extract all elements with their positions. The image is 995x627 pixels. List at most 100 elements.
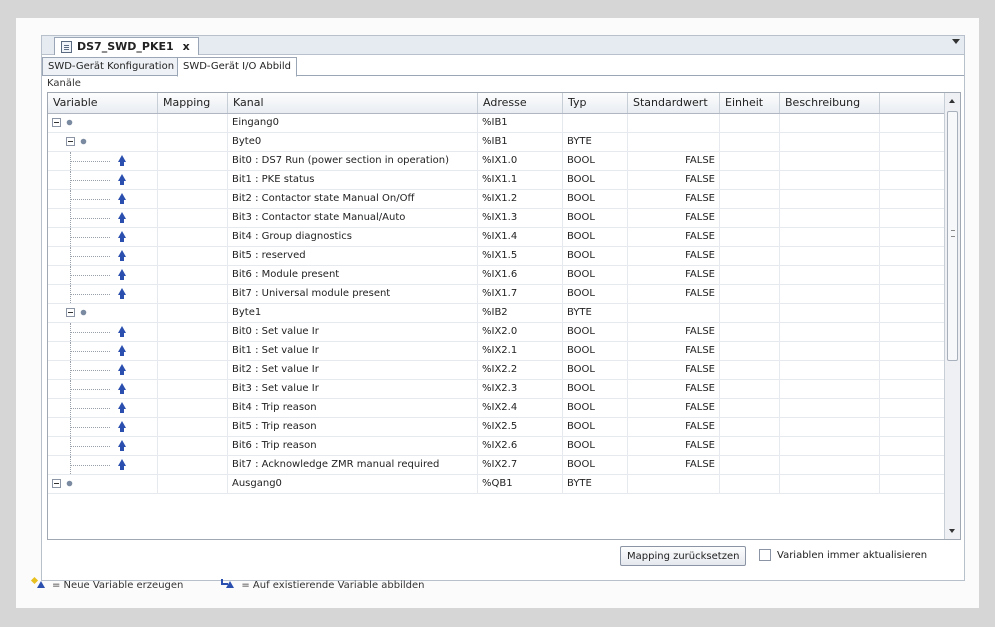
column-header-mapping[interactable]: Mapping bbox=[158, 93, 228, 113]
cell-mapping[interactable] bbox=[158, 342, 228, 360]
table-row[interactable]: Bit6 : Module present %IX1.6 BOOL FALSE bbox=[48, 266, 944, 285]
cell-beschreibung[interactable] bbox=[780, 171, 880, 189]
table-row[interactable]: Bit0 : DS7 Run (power section in operati… bbox=[48, 152, 944, 171]
cell-mapping[interactable] bbox=[158, 190, 228, 208]
cell-beschreibung[interactable] bbox=[780, 247, 880, 265]
input-variable-icon[interactable] bbox=[118, 193, 126, 204]
cell-beschreibung[interactable] bbox=[780, 475, 880, 493]
input-variable-icon[interactable] bbox=[118, 212, 126, 223]
cell-mapping[interactable] bbox=[158, 266, 228, 284]
cell-beschreibung[interactable] bbox=[780, 418, 880, 436]
cell-variable[interactable] bbox=[48, 190, 158, 208]
collapse-icon[interactable] bbox=[66, 137, 75, 146]
cell-variable[interactable] bbox=[48, 171, 158, 189]
cell-variable[interactable] bbox=[48, 209, 158, 227]
input-variable-icon[interactable] bbox=[118, 231, 126, 242]
cell-variable[interactable] bbox=[48, 399, 158, 417]
cell-mapping[interactable] bbox=[158, 228, 228, 246]
tab-swd-konfiguration[interactable]: SWD-Gerät Konfiguration bbox=[42, 57, 181, 76]
table-row[interactable]: Byte0 %IB1 BYTE bbox=[48, 133, 944, 152]
cell-variable[interactable] bbox=[48, 456, 158, 474]
cell-mapping[interactable] bbox=[158, 247, 228, 265]
input-variable-icon[interactable] bbox=[118, 288, 126, 299]
cell-beschreibung[interactable] bbox=[780, 285, 880, 303]
scroll-down-arrow-icon[interactable] bbox=[945, 524, 960, 538]
tab-menu-arrow-icon[interactable] bbox=[952, 39, 960, 44]
cell-variable[interactable] bbox=[48, 247, 158, 265]
column-header-adresse[interactable]: Adresse bbox=[478, 93, 563, 113]
collapse-icon[interactable] bbox=[52, 118, 61, 127]
cell-mapping[interactable] bbox=[158, 323, 228, 341]
column-header-variable[interactable]: Variable bbox=[48, 93, 158, 113]
cell-beschreibung[interactable] bbox=[780, 152, 880, 170]
table-row[interactable]: Bit6 : Trip reason %IX2.6 BOOL FALSE bbox=[48, 437, 944, 456]
input-variable-icon[interactable] bbox=[118, 326, 126, 337]
cell-beschreibung[interactable] bbox=[780, 190, 880, 208]
collapse-icon[interactable] bbox=[66, 308, 75, 317]
table-row[interactable]: Byte1 %IB2 BYTE bbox=[48, 304, 944, 323]
table-row[interactable]: Ausgang0 %QB1 BYTE bbox=[48, 475, 944, 494]
cell-mapping[interactable] bbox=[158, 456, 228, 474]
input-variable-icon[interactable] bbox=[118, 459, 126, 470]
scroll-up-arrow-icon[interactable] bbox=[945, 94, 960, 108]
document-tab[interactable]: DS7_SWD_PKE1 x bbox=[54, 37, 199, 55]
cell-mapping[interactable] bbox=[158, 285, 228, 303]
table-row[interactable]: Bit0 : Set value Ir %IX2.0 BOOL FALSE bbox=[48, 323, 944, 342]
cell-beschreibung[interactable] bbox=[780, 399, 880, 417]
reset-mapping-button[interactable]: Mapping zurücksetzen bbox=[620, 546, 747, 566]
input-variable-icon[interactable] bbox=[118, 440, 126, 451]
cell-beschreibung[interactable] bbox=[780, 133, 880, 151]
cell-variable[interactable] bbox=[48, 304, 158, 322]
cell-variable[interactable] bbox=[48, 133, 158, 151]
input-variable-icon[interactable] bbox=[118, 155, 126, 166]
table-row[interactable]: Bit4 : Group diagnostics %IX1.4 BOOL FALSE bbox=[48, 228, 944, 247]
cell-variable[interactable] bbox=[48, 285, 158, 303]
cell-variable[interactable] bbox=[48, 342, 158, 360]
cell-beschreibung[interactable] bbox=[780, 114, 880, 132]
input-variable-icon[interactable] bbox=[118, 250, 126, 261]
always-update-option[interactable]: Variablen immer aktualisieren bbox=[759, 549, 927, 561]
cell-beschreibung[interactable] bbox=[780, 304, 880, 322]
cell-mapping[interactable] bbox=[158, 399, 228, 417]
cell-mapping[interactable] bbox=[158, 114, 228, 132]
cell-mapping[interactable] bbox=[158, 171, 228, 189]
table-row[interactable]: Bit2 : Contactor state Manual On/Off %IX1… bbox=[48, 190, 944, 209]
cell-mapping[interactable] bbox=[158, 304, 228, 322]
cell-beschreibung[interactable] bbox=[780, 456, 880, 474]
io-mapping-grid[interactable]: Variable Mapping Kanal Adresse Typ Stand… bbox=[47, 92, 961, 540]
cell-mapping[interactable] bbox=[158, 418, 228, 436]
cell-beschreibung[interactable] bbox=[780, 209, 880, 227]
column-header-typ[interactable]: Typ bbox=[563, 93, 628, 113]
cell-variable[interactable] bbox=[48, 475, 158, 493]
cell-mapping[interactable] bbox=[158, 152, 228, 170]
cell-beschreibung[interactable] bbox=[780, 380, 880, 398]
input-variable-icon[interactable] bbox=[118, 364, 126, 375]
cell-variable[interactable] bbox=[48, 418, 158, 436]
table-row[interactable]: Bit2 : Set value Ir %IX2.2 BOOL FALSE bbox=[48, 361, 944, 380]
column-header-einheit[interactable]: Einheit bbox=[720, 93, 780, 113]
vertical-scrollbar[interactable] bbox=[944, 93, 960, 539]
cell-beschreibung[interactable] bbox=[780, 361, 880, 379]
collapse-icon[interactable] bbox=[52, 479, 61, 488]
cell-beschreibung[interactable] bbox=[780, 342, 880, 360]
cell-mapping[interactable] bbox=[158, 209, 228, 227]
cell-beschreibung[interactable] bbox=[780, 266, 880, 284]
close-icon[interactable]: x bbox=[183, 40, 190, 53]
cell-mapping[interactable] bbox=[158, 437, 228, 455]
table-row[interactable]: Bit1 : Set value Ir %IX2.1 BOOL FALSE bbox=[48, 342, 944, 361]
column-header-kanal[interactable]: Kanal bbox=[228, 93, 478, 113]
table-row[interactable]: Bit1 : PKE status %IX1.1 BOOL FALSE bbox=[48, 171, 944, 190]
cell-mapping[interactable] bbox=[158, 133, 228, 151]
cell-mapping[interactable] bbox=[158, 475, 228, 493]
tab-swd-io-abbild[interactable]: SWD-Gerät I/O Abbild bbox=[177, 57, 297, 77]
cell-variable[interactable] bbox=[48, 437, 158, 455]
table-row[interactable]: Bit7 : Universal module present %IX1.7 BOO… bbox=[48, 285, 944, 304]
cell-beschreibung[interactable] bbox=[780, 437, 880, 455]
table-row[interactable]: Bit5 : Trip reason %IX2.5 BOOL FALSE bbox=[48, 418, 944, 437]
column-header-standardwert[interactable]: Standardwert bbox=[628, 93, 720, 113]
table-row[interactable]: Eingang0 %IB1 bbox=[48, 114, 944, 133]
input-variable-icon[interactable] bbox=[118, 402, 126, 413]
cell-variable[interactable] bbox=[48, 380, 158, 398]
cell-variable[interactable] bbox=[48, 323, 158, 341]
cell-variable[interactable] bbox=[48, 152, 158, 170]
